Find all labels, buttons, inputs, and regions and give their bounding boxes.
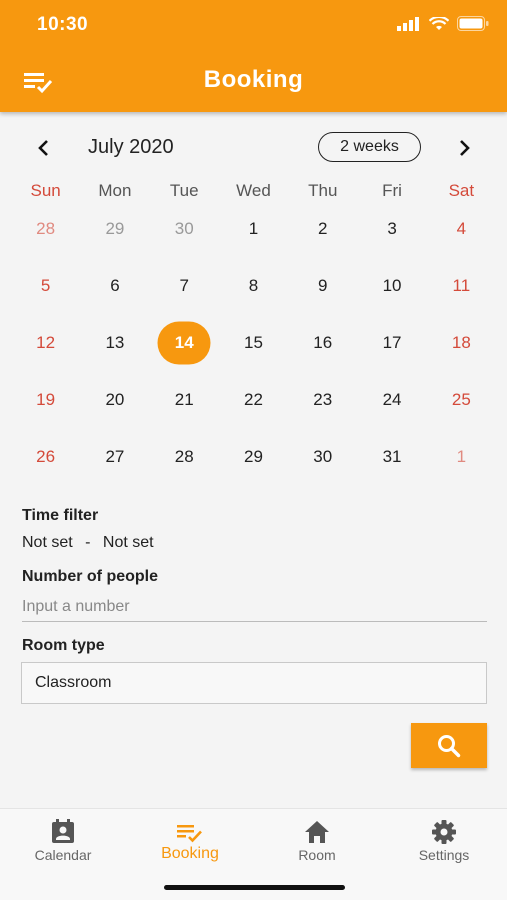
calendar-day[interactable]: 17 bbox=[357, 314, 426, 371]
room-type-label: Room type bbox=[22, 637, 105, 654]
calendar-day[interactable]: 19 bbox=[11, 371, 80, 428]
time-to[interactable]: Not set bbox=[103, 534, 154, 551]
status-icons bbox=[397, 16, 489, 31]
calendar-day[interactable]: 11 bbox=[427, 257, 496, 314]
calendar-format-button[interactable]: 2 weeks bbox=[318, 132, 421, 162]
wifi-icon bbox=[429, 16, 449, 30]
calendar-grid: 28 29 30 1 2 3 4 5 6 7 8 9 10 11 12 13 1… bbox=[11, 200, 496, 485]
calendar-person-icon bbox=[52, 819, 74, 843]
chevron-right-icon[interactable] bbox=[450, 134, 478, 162]
calendar-day[interactable]: 31 bbox=[357, 428, 426, 485]
chevron-left-icon[interactable] bbox=[30, 134, 58, 162]
day-of-week: Wed bbox=[236, 181, 271, 200]
calendar-week: 19 20 21 22 23 24 25 bbox=[11, 371, 496, 428]
calendar-day[interactable]: 1 bbox=[219, 200, 288, 257]
people-input[interactable] bbox=[22, 592, 487, 622]
calendar-day[interactable]: 4 bbox=[427, 200, 496, 257]
calendar-day[interactable]: 21 bbox=[150, 371, 219, 428]
calendar-day[interactable]: 9 bbox=[288, 257, 357, 314]
time-separator: - bbox=[85, 534, 91, 551]
app-bar: Booking bbox=[0, 52, 507, 110]
tab-label: Calendar bbox=[34, 847, 92, 863]
home-icon bbox=[305, 821, 329, 843]
calendar-day[interactable]: 8 bbox=[219, 257, 288, 314]
calendar-day[interactable]: 10 bbox=[357, 257, 426, 314]
calendar-week: 26 27 28 29 30 31 1 bbox=[11, 428, 496, 485]
gear-icon bbox=[432, 820, 456, 844]
calendar-day[interactable]: 6 bbox=[80, 257, 149, 314]
calendar-day[interactable]: 30 bbox=[288, 428, 357, 485]
room-type-select[interactable]: Classroom bbox=[21, 662, 487, 704]
signal-icon bbox=[397, 16, 419, 31]
calendar-week: 5 6 7 8 9 10 11 bbox=[11, 257, 496, 314]
booking-list-icon bbox=[177, 825, 202, 843]
day-of-week: Thu bbox=[308, 181, 338, 200]
calendar-day[interactable]: 24 bbox=[357, 371, 426, 428]
tab-settings[interactable]: Settings bbox=[381, 809, 507, 879]
day-of-week: Sat bbox=[448, 181, 475, 200]
calendar-day[interactable]: 29 bbox=[219, 428, 288, 485]
calendar-day[interactable]: 27 bbox=[80, 428, 149, 485]
tab-booking[interactable]: Booking bbox=[127, 809, 253, 879]
calendar-day[interactable]: 18 bbox=[427, 314, 496, 371]
calendar-day[interactable]: 16 bbox=[288, 314, 357, 371]
search-icon bbox=[438, 734, 461, 757]
calendar-day[interactable]: 3 bbox=[357, 200, 426, 257]
time-filter-label: Time filter bbox=[22, 507, 99, 524]
tab-label: Booking bbox=[161, 845, 219, 862]
calendar-day[interactable]: 5 bbox=[11, 257, 80, 314]
day-of-week: Mon bbox=[98, 181, 132, 200]
calendar-day[interactable]: 13 bbox=[80, 314, 149, 371]
status-time: 10:30 bbox=[37, 14, 89, 35]
tab-label: Room bbox=[298, 847, 336, 863]
day-of-week: Fri bbox=[382, 181, 402, 200]
home-indicator bbox=[164, 885, 345, 890]
calendar-day[interactable]: 1 bbox=[427, 428, 496, 485]
calendar-day[interactable]: 15 bbox=[219, 314, 288, 371]
status-bar: 10:30 bbox=[0, 0, 507, 50]
time-filter-value[interactable]: Not set - Not set bbox=[22, 534, 154, 552]
calendar-week: 12 13 14 15 16 17 18 bbox=[11, 314, 496, 371]
calendar-day-selected[interactable]: 14 bbox=[150, 314, 219, 371]
calendar-day[interactable]: 28 bbox=[11, 200, 80, 257]
calendar-day[interactable]: 30 bbox=[150, 200, 219, 257]
page-title: Booking bbox=[203, 66, 304, 93]
calendar-header: July 2020 2 weeks bbox=[0, 128, 507, 166]
tab-label: Settings bbox=[418, 847, 470, 863]
calendar-day[interactable]: 7 bbox=[150, 257, 219, 314]
tab-calendar[interactable]: Calendar bbox=[0, 809, 126, 879]
app-header: 10:30 Booking bbox=[0, 0, 507, 112]
calendar-day[interactable]: 12 bbox=[11, 314, 80, 371]
search-button[interactable] bbox=[411, 723, 487, 768]
calendar-day[interactable]: 23 bbox=[288, 371, 357, 428]
calendar-day[interactable]: 2 bbox=[288, 200, 357, 257]
calendar-day[interactable]: 26 bbox=[11, 428, 80, 485]
people-label: Number of people bbox=[22, 568, 159, 585]
calendar-day[interactable]: 20 bbox=[80, 371, 149, 428]
calendar-day[interactable]: 22 bbox=[219, 371, 288, 428]
day-of-week: Tue bbox=[169, 181, 199, 200]
month-label: July 2020 bbox=[88, 136, 174, 158]
days-of-week: Sun Mon Tue Wed Thu Fri Sat bbox=[11, 181, 496, 201]
day-of-week: Sun bbox=[30, 181, 61, 200]
tab-room[interactable]: Room bbox=[254, 809, 380, 879]
calendar-week: 28 29 30 1 2 3 4 bbox=[11, 200, 496, 257]
calendar-day[interactable]: 28 bbox=[150, 428, 219, 485]
time-from[interactable]: Not set bbox=[22, 534, 73, 551]
calendar-day[interactable]: 29 bbox=[80, 200, 149, 257]
calendar-day[interactable]: 25 bbox=[427, 371, 496, 428]
battery-icon bbox=[457, 16, 489, 31]
